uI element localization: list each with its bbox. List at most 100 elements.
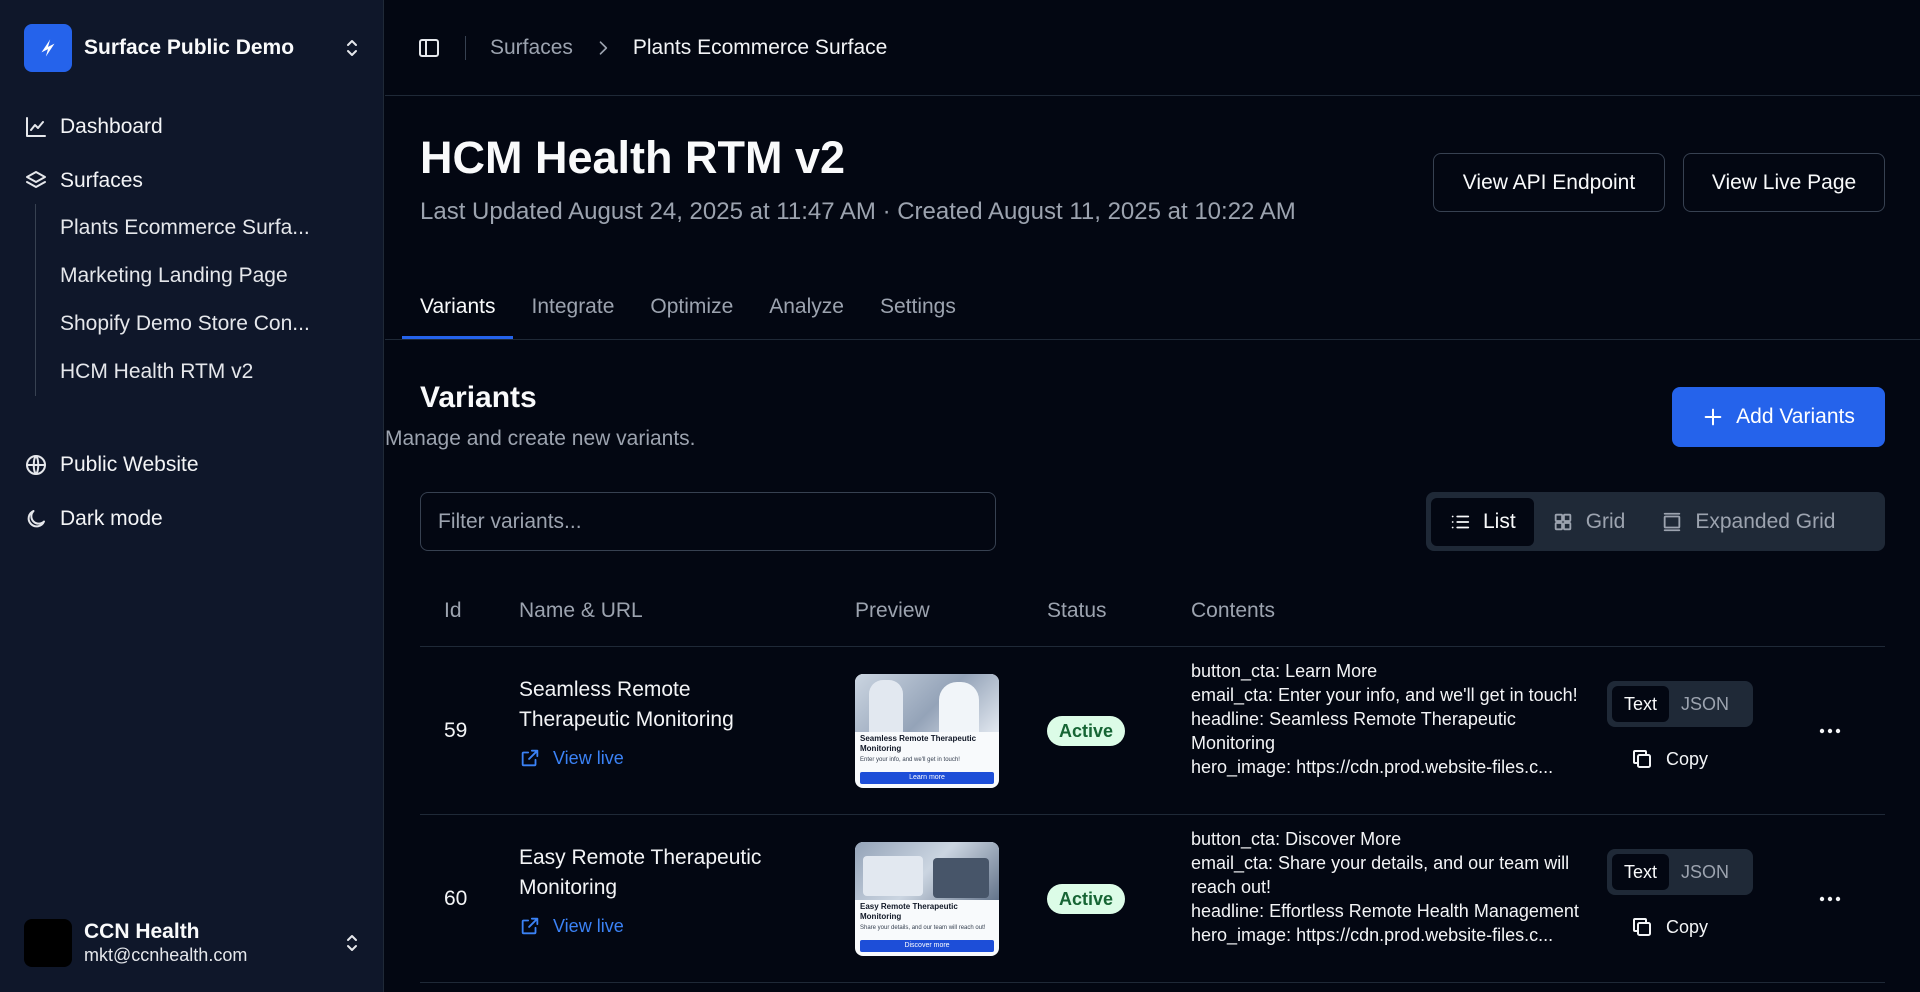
- column-header-id: Id: [444, 599, 462, 622]
- main-content: HCM Health RTM v2 Last Updated August 24…: [385, 97, 1920, 992]
- tab-integrate[interactable]: Integrate: [513, 274, 632, 339]
- sidebar-toggle-icon[interactable]: [417, 36, 441, 60]
- view-live-link[interactable]: View live: [519, 747, 624, 769]
- sidebar-subitem-marketing[interactable]: Marketing Landing Page: [60, 252, 364, 300]
- sidebar-item-dashboard[interactable]: Dashboard: [24, 112, 364, 142]
- content-line: button_cta: Learn More: [1191, 661, 1378, 681]
- format-json-button[interactable]: JSON: [1669, 854, 1741, 890]
- content-line: headline: Seamless Remote Therapeutic Mo…: [1191, 709, 1516, 753]
- tab-settings[interactable]: Settings: [862, 274, 974, 339]
- format-text-button[interactable]: Text: [1612, 686, 1670, 722]
- workspace-switcher[interactable]: Surface Public Demo: [24, 24, 364, 72]
- tab-optimize[interactable]: Optimize: [632, 274, 751, 339]
- more-actions-button[interactable]: [1814, 885, 1846, 913]
- breadcrumb-current: Plants Ecommerce Surface: [632, 35, 888, 59]
- expanded-grid-icon: [1664, 512, 1681, 531]
- preview-hero-image: [855, 842, 999, 900]
- external-link-icon: [521, 917, 539, 935]
- sidebar-subitem-shopify[interactable]: Shopify Demo Store Con...: [60, 300, 364, 348]
- preview-hero-image: [855, 674, 999, 732]
- topbar: Surfaces Plants Ecommerce Surface: [385, 0, 1920, 96]
- chevron-updown-icon: [347, 40, 357, 56]
- format-toggle: Text JSON: [1607, 681, 1753, 727]
- view-live-label: View live: [553, 747, 624, 768]
- ellipsis-icon: [1819, 728, 1841, 734]
- view-api-endpoint-button[interactable]: View API Endpoint: [1433, 153, 1665, 212]
- plus-icon: [1704, 408, 1722, 426]
- page-title: HCM Health RTM v2: [420, 132, 846, 183]
- view-live-link[interactable]: View live: [519, 915, 624, 937]
- view-live-page-button[interactable]: View Live Page: [1683, 153, 1885, 212]
- variant-name: Easy Remote Therapeutic Monitoring: [519, 846, 762, 899]
- user-email: mkt@ccnhealth.com: [84, 945, 248, 965]
- sidebar-item-surfaces[interactable]: Surfaces: [24, 166, 364, 196]
- preview-text: Share your details, and our team will re…: [860, 925, 986, 931]
- view-list-label: List: [1483, 509, 1516, 533]
- tab-variants[interactable]: Variants: [402, 274, 514, 339]
- copy-label: Copy: [1666, 916, 1709, 937]
- add-variants-button[interactable]: Add Variants: [1672, 387, 1885, 447]
- variant-id: 59: [444, 719, 468, 742]
- content-line: hero_image: https://cdn.prod.website-fil…: [1191, 925, 1554, 945]
- table-row: 59 Seamless Remote Therapeutic Monitorin…: [420, 647, 1885, 815]
- sidebar-item-dark-mode[interactable]: Dark mode: [24, 504, 364, 534]
- filter-variants-input[interactable]: [420, 492, 996, 551]
- variant-name: Seamless Remote Therapeutic Monitoring: [519, 678, 734, 731]
- ellipsis-icon: [1819, 896, 1841, 902]
- user-menu[interactable]: CCN Health mkt@ccnhealth.com: [24, 918, 364, 968]
- copy-icon: [1633, 918, 1651, 936]
- view-live-label: View live: [553, 915, 624, 936]
- globe-icon: [26, 455, 46, 475]
- column-header-name: Name & URL: [519, 599, 643, 622]
- variant-preview-thumbnail[interactable]: Seamless Remote Therapeutic Monitoring E…: [855, 674, 999, 788]
- more-actions-button[interactable]: [1814, 717, 1846, 745]
- sidebar-item-label: Public Website: [60, 453, 199, 476]
- view-list-button[interactable]: List: [1431, 497, 1534, 546]
- breadcrumb-surfaces[interactable]: Surfaces: [490, 36, 573, 60]
- variant-preview-thumbnail[interactable]: Easy Remote Therapeutic Monitoring Share…: [855, 842, 999, 956]
- status-badge: Active: [1047, 716, 1126, 746]
- sidebar-item-label: Surfaces: [60, 169, 143, 192]
- copy-button[interactable]: Copy: [1630, 747, 1708, 771]
- workspace-name: Surface Public Demo: [84, 36, 295, 59]
- content-line: email_cta: Enter your info, and we'll ge…: [1191, 685, 1578, 705]
- copy-button[interactable]: Copy: [1630, 915, 1708, 939]
- format-json-button[interactable]: JSON: [1669, 686, 1741, 722]
- preview-title: Seamless Remote Therapeutic Monitoring: [860, 734, 977, 753]
- tab-analyze[interactable]: Analyze: [751, 274, 862, 339]
- section-subtitle: Manage and create new variants.: [385, 427, 696, 450]
- column-header-status: Status: [1047, 599, 1107, 622]
- content-line: button_cta: Discover More: [1191, 829, 1402, 849]
- avatar: [24, 919, 72, 967]
- view-grid-button[interactable]: Grid: [1534, 498, 1644, 546]
- chevron-updown-icon: [347, 935, 357, 951]
- sidebar-item-label: Dark mode: [60, 507, 163, 530]
- content-line: headline: Effortless Remote Health Manag…: [1191, 901, 1579, 921]
- sidebar-nav: Dashboard Surfaces Plants Ecommerce Surf…: [24, 112, 364, 558]
- sidebar-item-label: Dashboard: [60, 115, 163, 138]
- moon-icon: [27, 510, 45, 528]
- sidebar: Surface Public Demo Dashboard Surfaces P…: [0, 0, 384, 992]
- sidebar-subitem-hcm[interactable]: HCM Health RTM v2: [60, 348, 364, 396]
- add-variants-label: Add Variants: [1736, 405, 1855, 428]
- column-header-preview: Preview: [855, 599, 930, 622]
- list-icon: [1451, 515, 1470, 528]
- variant-id: 60: [444, 887, 468, 910]
- tabs-divider: [385, 339, 1920, 340]
- format-toggle: Text JSON: [1607, 849, 1753, 895]
- preview-title: Easy Remote Therapeutic Monitoring: [860, 902, 958, 921]
- preview-text: Enter your info, and we'll get in touch!: [860, 757, 960, 763]
- surfaces-subnav: Plants Ecommerce Surfa... Marketing Land…: [35, 204, 364, 396]
- divider: [465, 35, 466, 60]
- copy-icon: [1633, 750, 1651, 768]
- sidebar-item-public-website[interactable]: Public Website: [24, 450, 364, 480]
- format-text-button[interactable]: Text: [1612, 854, 1670, 890]
- user-name: CCN Health: [84, 920, 200, 943]
- view-expanded-grid-button[interactable]: Expanded Grid: [1643, 498, 1853, 546]
- tabs: Variants Integrate Optimize Analyze Sett…: [402, 274, 974, 339]
- variant-contents: button_cta: Learn More email_cta: Enter …: [1191, 659, 1591, 779]
- preview-button: Discover more: [860, 940, 994, 952]
- sidebar-subitem-plants[interactable]: Plants Ecommerce Surfa...: [60, 204, 364, 252]
- variant-contents: button_cta: Discover More email_cta: Sha…: [1191, 827, 1591, 947]
- view-expanded-grid-label: Expanded Grid: [1695, 509, 1836, 533]
